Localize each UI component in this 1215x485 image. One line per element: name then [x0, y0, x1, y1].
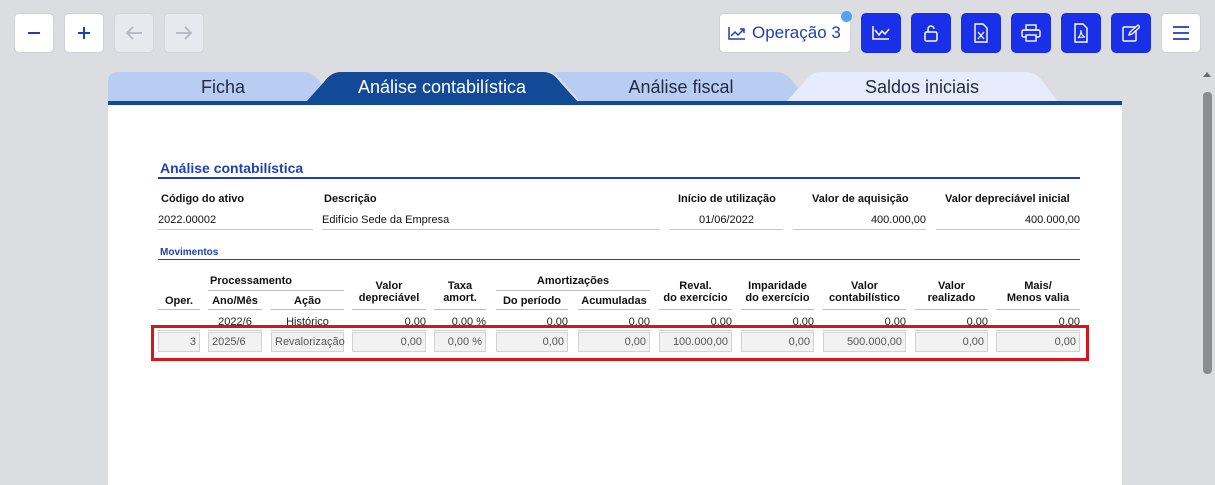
unlock-icon — [924, 25, 938, 42]
header-imparidade: Imparidade do exercício — [741, 280, 814, 304]
arrow-left-icon — [125, 26, 142, 40]
arrow-right-icon — [176, 26, 193, 40]
tab-label: Análise fiscal — [628, 76, 734, 97]
tab-label: Análise contabilística — [357, 76, 527, 97]
section-divider — [158, 177, 1080, 179]
header-taxa: Taxa amort. — [434, 280, 486, 304]
export-excel-button[interactable] — [961, 13, 1001, 53]
plus-icon — [78, 27, 90, 39]
header-oper: Oper. — [164, 295, 194, 307]
depreciavel-label: Valor depreciável inicial — [945, 193, 1070, 205]
operation-label: Operação 3 — [752, 23, 841, 42]
header-line: do exercício — [745, 292, 810, 304]
hamburger-menu-icon — [1173, 26, 1189, 40]
chart-icon — [872, 26, 890, 40]
header-line: Valor — [375, 280, 403, 292]
header-line: Valor — [851, 280, 878, 292]
depreciavel-field[interactable]: 400.000,00 — [936, 212, 1080, 230]
header-divider — [915, 309, 988, 310]
descricao-label: Descrição — [324, 193, 377, 205]
print-icon — [1021, 24, 1041, 42]
movimentos-divider — [158, 259, 1080, 260]
header-line: amort. — [443, 292, 477, 304]
header-acumuladas: Acumuladas — [581, 295, 647, 307]
edit-button[interactable] — [1111, 13, 1151, 53]
header-divider — [578, 309, 650, 310]
print-button[interactable] — [1011, 13, 1051, 53]
excel-icon — [974, 23, 988, 43]
vertical-scrollbar[interactable] — [1200, 68, 1215, 485]
back-button[interactable] — [114, 13, 154, 53]
header-divider — [352, 309, 426, 310]
header-line: do exercício — [663, 292, 728, 304]
header-valor-realizado: Valor realizado — [915, 280, 988, 304]
header-divider — [434, 309, 486, 310]
scrollbar-thumb[interactable] — [1203, 92, 1212, 374]
menu-button[interactable] — [1161, 13, 1201, 53]
inicio-field[interactable]: 01/06/2022 — [670, 212, 783, 230]
descricao-field[interactable]: Edifício Sede da Empresa — [322, 212, 660, 230]
header-divider — [496, 309, 568, 310]
scroll-up-icon[interactable] — [1203, 72, 1211, 77]
header-line: contabilístico — [829, 292, 900, 304]
unlock-button[interactable] — [911, 13, 951, 53]
export-pdf-button[interactable] — [1061, 13, 1101, 53]
forward-button[interactable] — [164, 13, 204, 53]
minus-icon — [28, 32, 40, 34]
header-divider — [741, 309, 814, 310]
header-divider — [496, 290, 650, 291]
header-acao: Ação — [294, 295, 321, 307]
notification-dot — [841, 11, 852, 22]
chart-button[interactable] — [861, 13, 901, 53]
trend-chart-icon — [728, 27, 745, 40]
header-valor-contabilistico: Valor contabilístico — [823, 280, 906, 304]
header-line: Taxa — [447, 280, 473, 292]
tab-ficha[interactable]: Ficha — [108, 72, 338, 102]
header-amortizacoes: Amortizações — [536, 275, 610, 287]
header-divider — [659, 309, 732, 310]
codigo-field[interactable]: 2022.00002 — [158, 212, 313, 230]
header-divider — [158, 309, 200, 310]
header-line: realizado — [927, 292, 976, 304]
zoom-out-button[interactable] — [14, 13, 54, 53]
header-ano-mes: Ano/Mês — [212, 295, 258, 307]
header-reval: Reval. do exercício — [659, 280, 732, 304]
tab-analise-contabilistica[interactable]: Análise contabilística — [306, 72, 578, 102]
header-valor-depreciavel: Valor depreciável — [352, 280, 426, 304]
header-line: Menos valia — [1006, 292, 1070, 304]
header-divider — [208, 290, 344, 291]
header-divider — [996, 309, 1080, 310]
header-line: depreciável — [358, 292, 420, 304]
header-mais-menos-valia: Mais/Menos valia — [996, 280, 1080, 304]
aquisicao-label: Valor de aquisição — [812, 193, 909, 205]
aquisicao-field[interactable]: 400.000,00 — [793, 212, 926, 230]
header-processamento: Processamento — [210, 275, 292, 287]
header-line: Imparidade — [748, 280, 807, 292]
header-divider — [823, 309, 906, 310]
tab-label: Ficha — [200, 76, 245, 97]
header-line: Reval. — [679, 280, 712, 292]
section-title: Análise contabilística — [160, 160, 304, 176]
header-divider — [208, 309, 262, 310]
header-line: Mais/ — [1024, 280, 1052, 292]
tab-label: Saldos iniciais — [864, 76, 980, 97]
operation-button[interactable]: Operação 3 — [719, 13, 851, 53]
tab-analise-fiscal[interactable]: Análise fiscal — [551, 72, 811, 102]
row-highlight — [151, 325, 1089, 361]
zoom-in-button[interactable] — [64, 13, 104, 53]
movimentos-title: Movimentos — [160, 247, 219, 258]
tab-saldos-iniciais[interactable]: Saldos iniciais — [786, 72, 1058, 102]
codigo-label: Código do ativo — [161, 193, 245, 205]
inicio-label: Início de utilização — [678, 193, 776, 205]
header-do-periodo: Do período — [502, 295, 562, 307]
header-line: Valor — [938, 280, 965, 292]
edit-icon — [1122, 24, 1140, 42]
pdf-icon — [1074, 23, 1088, 43]
header-divider — [271, 309, 344, 310]
